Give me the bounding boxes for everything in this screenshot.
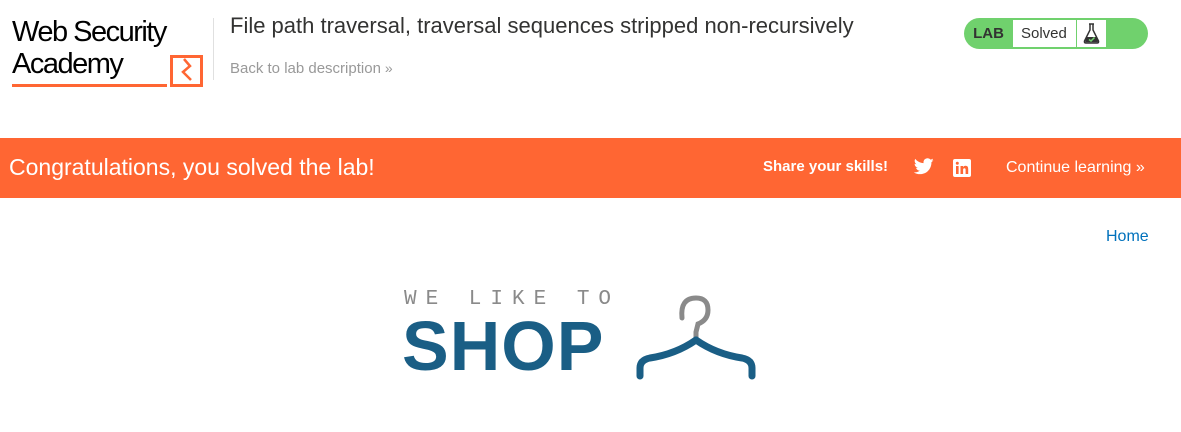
lab-badge: LAB [973,25,1004,42]
hanger-icon [636,295,756,380]
congratulations-message: Congratulations, you solved the lab! [9,154,375,180]
logo-line1: Web Security [12,16,167,48]
back-to-lab-description-link[interactable]: Back to lab description» [230,60,393,77]
flask-icon-box [1076,20,1106,47]
lab-header: Web Security Academy File path traversal… [0,0,1181,138]
home-link[interactable]: Home [1106,228,1149,246]
continue-learning-link[interactable]: Continue learning » [1006,159,1145,177]
solved-banner: Congratulations, you solved the lab! Sha… [0,138,1181,198]
header-divider [213,18,214,80]
we-like-to-shop-logo: WE LIKE TO SHOP [400,285,760,385]
linkedin-icon[interactable] [953,159,971,177]
logo-underline [12,84,167,87]
academy-mark-icon [170,55,203,87]
lab-status-widget: LAB Solved [964,18,1148,49]
share-skills-label: Share your skills! [763,158,889,175]
lab-title: File path traversal, traversal sequences… [230,13,854,38]
flask-icon [1083,23,1100,44]
lab-status-text: Solved [1013,20,1084,47]
web-security-academy-logo[interactable]: Web Security Academy [12,18,212,90]
twitter-icon[interactable] [914,158,934,175]
logo-line2: Academy [12,48,124,80]
double-chevron-right-icon: » [384,60,393,76]
shop-wordmark: SHOP [402,307,605,385]
back-link-label: Back to lab description [230,60,381,77]
